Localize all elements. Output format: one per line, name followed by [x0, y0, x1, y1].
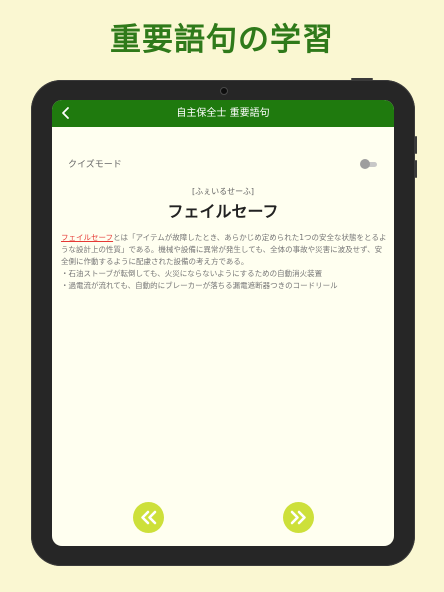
toggle-knob — [360, 159, 370, 169]
tablet-top-button — [351, 78, 373, 80]
tablet-volume-down-button — [415, 160, 417, 178]
navigation-bar: 自主保全士 重要語句 — [52, 100, 394, 127]
tablet-volume-up-button — [415, 136, 417, 154]
tablet-frame: 自主保全士 重要語句 クイズモード [ふぇいるせーふ] フェイルセーフ フェイル… — [31, 78, 417, 566]
quiz-mode-toggle[interactable] — [360, 159, 378, 169]
next-term-button[interactable] — [283, 502, 314, 533]
example-item: ・過電流が流れても、自動的にブレーカーが落ちる漏電遮断器つきのコードリール — [61, 281, 338, 290]
term-title: フェイルセーフ — [167, 202, 279, 221]
term-link[interactable]: フェイルセーフ — [61, 233, 113, 242]
promo-headline: 重要語句の学習 — [110, 22, 334, 58]
app-screen: 自主保全士 重要語句 クイズモード [ふぇいるせーふ] フェイルセーフ フェイル… — [52, 100, 394, 546]
nav-title: 自主保全士 重要語句 — [176, 108, 270, 119]
quiz-mode-row: クイズモード — [68, 158, 378, 172]
double-chevron-right-icon — [290, 510, 306, 525]
example-item: ・石油ストーブが転倒しても、火災にならないようにするための自動消火装置 — [61, 269, 323, 278]
double-chevron-left-icon — [141, 510, 157, 525]
quiz-mode-label: クイズモード — [68, 160, 122, 170]
back-button[interactable] — [56, 103, 76, 123]
definition-paragraph: フェイルセーフとは「アイテムが故障したとき、あらかじめ定められた1つの安全な状態… — [61, 232, 387, 268]
chevron-left-icon — [62, 107, 69, 119]
front-camera — [220, 87, 228, 95]
term-reading: [ふぇいるせーふ] — [192, 187, 254, 196]
term-definition: フェイルセーフとは「アイテムが故障したとき、あらかじめ定められた1つの安全な状態… — [61, 232, 387, 292]
previous-term-button[interactable] — [133, 502, 164, 533]
